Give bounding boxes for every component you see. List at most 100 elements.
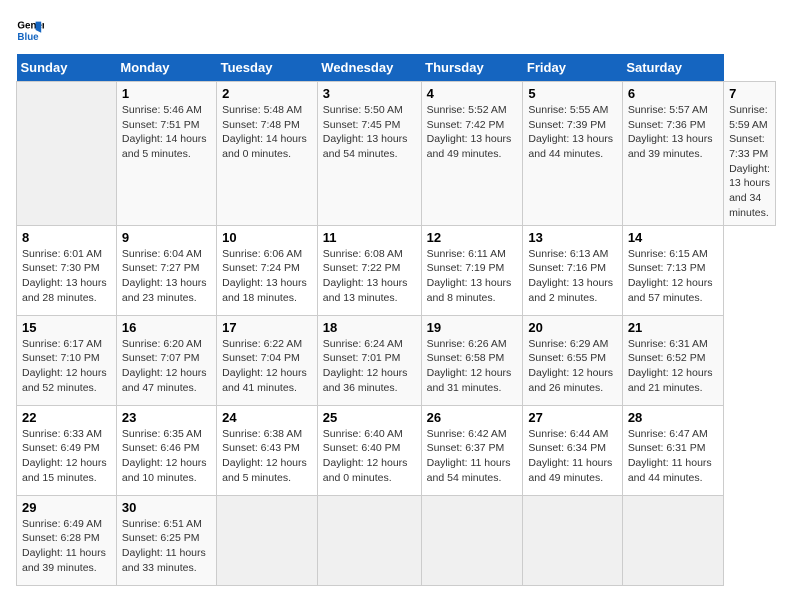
calendar-day-cell: 28 Sunrise: 6:47 AMSunset: 6:31 PMDayligh… bbox=[622, 405, 723, 495]
day-number: 26 bbox=[427, 410, 518, 425]
day-info: Sunrise: 6:04 AMSunset: 7:27 PMDaylight:… bbox=[122, 247, 211, 306]
day-info: Sunrise: 6:33 AMSunset: 6:49 PMDaylight:… bbox=[22, 427, 111, 486]
day-info: Sunrise: 6:38 AMSunset: 6:43 PMDaylight:… bbox=[222, 427, 312, 486]
calendar-day-cell: 9 Sunrise: 6:04 AMSunset: 7:27 PMDaylight… bbox=[116, 225, 216, 315]
calendar-day-cell: 12 Sunrise: 6:11 AMSunset: 7:19 PMDayligh… bbox=[421, 225, 523, 315]
day-number: 2 bbox=[222, 86, 312, 101]
calendar-day-cell: 1Sunrise: 5:46 AMSunset: 7:51 PMDaylight… bbox=[116, 82, 216, 226]
calendar-week-row: 29 Sunrise: 6:49 AMSunset: 6:28 PMDayligh… bbox=[17, 495, 776, 585]
calendar-week-row: 1Sunrise: 5:46 AMSunset: 7:51 PMDaylight… bbox=[17, 82, 776, 226]
logo-icon: General Blue bbox=[16, 16, 44, 44]
day-number: 15 bbox=[22, 320, 111, 335]
day-number: 27 bbox=[528, 410, 616, 425]
calendar-day-cell: 8Sunrise: 6:01 AMSunset: 7:30 PMDaylight… bbox=[17, 225, 117, 315]
day-number: 12 bbox=[427, 230, 518, 245]
logo: General Blue bbox=[16, 16, 48, 44]
day-info: Sunrise: 6:17 AMSunset: 7:10 PMDaylight:… bbox=[22, 337, 111, 396]
day-number: 1 bbox=[122, 86, 211, 101]
calendar-day-cell: 2 Sunrise: 5:48 AMSunset: 7:48 PMDaylight… bbox=[217, 82, 318, 226]
day-info: Sunrise: 6:15 AMSunset: 7:13 PMDaylight:… bbox=[628, 247, 718, 306]
day-info: Sunrise: 5:59 AMSunset: 7:33 PMDaylight:… bbox=[729, 103, 770, 221]
day-number: 11 bbox=[323, 230, 416, 245]
calendar-day-cell: 20 Sunrise: 6:29 AMSunset: 6:55 PMDayligh… bbox=[523, 315, 622, 405]
empty-day-cell bbox=[523, 495, 622, 585]
calendar-day-cell: 5 Sunrise: 5:55 AMSunset: 7:39 PMDaylight… bbox=[523, 82, 622, 226]
day-number: 8 bbox=[22, 230, 111, 245]
calendar-day-cell: 16 Sunrise: 6:20 AMSunset: 7:07 PMDayligh… bbox=[116, 315, 216, 405]
day-info: Sunrise: 6:31 AMSunset: 6:52 PMDaylight:… bbox=[628, 337, 718, 396]
day-number: 5 bbox=[528, 86, 616, 101]
day-number: 16 bbox=[122, 320, 211, 335]
empty-day-cell bbox=[17, 82, 117, 226]
day-info: Sunrise: 6:11 AMSunset: 7:19 PMDaylight:… bbox=[427, 247, 518, 306]
day-info: Sunrise: 6:40 AMSunset: 6:40 PMDaylight:… bbox=[323, 427, 416, 486]
calendar-header-row: SundayMondayTuesdayWednesdayThursdayFrid… bbox=[17, 54, 776, 82]
calendar-day-cell: 26 Sunrise: 6:42 AMSunset: 6:37 PMDayligh… bbox=[421, 405, 523, 495]
day-number: 30 bbox=[122, 500, 211, 515]
empty-day-cell bbox=[317, 495, 421, 585]
day-number: 18 bbox=[323, 320, 416, 335]
day-info: Sunrise: 6:44 AMSunset: 6:34 PMDaylight:… bbox=[528, 427, 616, 486]
day-number: 17 bbox=[222, 320, 312, 335]
calendar-day-cell: 23 Sunrise: 6:35 AMSunset: 6:46 PMDayligh… bbox=[116, 405, 216, 495]
day-info: Sunrise: 5:48 AMSunset: 7:48 PMDaylight:… bbox=[222, 103, 312, 162]
calendar-week-row: 22 Sunrise: 6:33 AMSunset: 6:49 PMDayligh… bbox=[17, 405, 776, 495]
day-number: 19 bbox=[427, 320, 518, 335]
calendar-day-cell: 15 Sunrise: 6:17 AMSunset: 7:10 PMDayligh… bbox=[17, 315, 117, 405]
day-number: 28 bbox=[628, 410, 718, 425]
calendar-day-cell: 17 Sunrise: 6:22 AMSunset: 7:04 PMDayligh… bbox=[217, 315, 318, 405]
day-number: 14 bbox=[628, 230, 718, 245]
day-number: 6 bbox=[628, 86, 718, 101]
day-number: 7 bbox=[729, 86, 770, 101]
calendar-day-cell: 29 Sunrise: 6:49 AMSunset: 6:28 PMDayligh… bbox=[17, 495, 117, 585]
header-wednesday: Wednesday bbox=[317, 54, 421, 82]
day-number: 23 bbox=[122, 410, 211, 425]
calendar-day-cell: 19 Sunrise: 6:26 AMSunset: 6:58 PMDayligh… bbox=[421, 315, 523, 405]
day-number: 29 bbox=[22, 500, 111, 515]
day-number: 25 bbox=[323, 410, 416, 425]
day-info: Sunrise: 6:49 AMSunset: 6:28 PMDaylight:… bbox=[22, 517, 111, 576]
calendar-day-cell: 27 Sunrise: 6:44 AMSunset: 6:34 PMDayligh… bbox=[523, 405, 622, 495]
day-info: Sunrise: 6:47 AMSunset: 6:31 PMDaylight:… bbox=[628, 427, 718, 486]
day-info: Sunrise: 6:22 AMSunset: 7:04 PMDaylight:… bbox=[222, 337, 312, 396]
day-info: Sunrise: 6:35 AMSunset: 6:46 PMDaylight:… bbox=[122, 427, 211, 486]
calendar-day-cell: 14 Sunrise: 6:15 AMSunset: 7:13 PMDayligh… bbox=[622, 225, 723, 315]
day-info: Sunrise: 6:13 AMSunset: 7:16 PMDaylight:… bbox=[528, 247, 616, 306]
calendar-day-cell: 18 Sunrise: 6:24 AMSunset: 7:01 PMDayligh… bbox=[317, 315, 421, 405]
day-info: Sunrise: 6:29 AMSunset: 6:55 PMDaylight:… bbox=[528, 337, 616, 396]
calendar-week-row: 15 Sunrise: 6:17 AMSunset: 7:10 PMDayligh… bbox=[17, 315, 776, 405]
day-info: Sunrise: 6:26 AMSunset: 6:58 PMDaylight:… bbox=[427, 337, 518, 396]
day-number: 3 bbox=[323, 86, 416, 101]
calendar-table: SundayMondayTuesdayWednesdayThursdayFrid… bbox=[16, 54, 776, 586]
day-number: 13 bbox=[528, 230, 616, 245]
day-number: 9 bbox=[122, 230, 211, 245]
day-number: 22 bbox=[22, 410, 111, 425]
header-friday: Friday bbox=[523, 54, 622, 82]
calendar-day-cell: 4Sunrise: 5:52 AMSunset: 7:42 PMDaylight… bbox=[421, 82, 523, 226]
calendar-day-cell: 25 Sunrise: 6:40 AMSunset: 6:40 PMDayligh… bbox=[317, 405, 421, 495]
svg-text:Blue: Blue bbox=[17, 32, 39, 43]
calendar-day-cell: 30 Sunrise: 6:51 AMSunset: 6:25 PMDayligh… bbox=[116, 495, 216, 585]
header-tuesday: Tuesday bbox=[217, 54, 318, 82]
day-info: Sunrise: 6:42 AMSunset: 6:37 PMDaylight:… bbox=[427, 427, 518, 486]
day-number: 24 bbox=[222, 410, 312, 425]
calendar-day-cell: 6Sunrise: 5:57 AMSunset: 7:36 PMDaylight… bbox=[622, 82, 723, 226]
day-info: Sunrise: 6:08 AMSunset: 7:22 PMDaylight:… bbox=[323, 247, 416, 306]
day-info: Sunrise: 5:50 AMSunset: 7:45 PMDaylight:… bbox=[323, 103, 416, 162]
day-info: Sunrise: 5:52 AMSunset: 7:42 PMDaylight:… bbox=[427, 103, 518, 162]
header-thursday: Thursday bbox=[421, 54, 523, 82]
day-number: 10 bbox=[222, 230, 312, 245]
empty-day-cell bbox=[421, 495, 523, 585]
day-number: 20 bbox=[528, 320, 616, 335]
empty-day-cell bbox=[217, 495, 318, 585]
header-sunday: Sunday bbox=[17, 54, 117, 82]
day-info: Sunrise: 5:55 AMSunset: 7:39 PMDaylight:… bbox=[528, 103, 616, 162]
day-info: Sunrise: 6:20 AMSunset: 7:07 PMDaylight:… bbox=[122, 337, 211, 396]
calendar-day-cell: 13 Sunrise: 6:13 AMSunset: 7:16 PMDayligh… bbox=[523, 225, 622, 315]
calendar-week-row: 8Sunrise: 6:01 AMSunset: 7:30 PMDaylight… bbox=[17, 225, 776, 315]
day-info: Sunrise: 6:51 AMSunset: 6:25 PMDaylight:… bbox=[122, 517, 211, 576]
calendar-day-cell: 3 Sunrise: 5:50 AMSunset: 7:45 PMDaylight… bbox=[317, 82, 421, 226]
day-info: Sunrise: 6:24 AMSunset: 7:01 PMDaylight:… bbox=[323, 337, 416, 396]
calendar-day-cell: 10Sunrise: 6:06 AMSunset: 7:24 PMDayligh… bbox=[217, 225, 318, 315]
calendar-day-cell: 21Sunrise: 6:31 AMSunset: 6:52 PMDayligh… bbox=[622, 315, 723, 405]
